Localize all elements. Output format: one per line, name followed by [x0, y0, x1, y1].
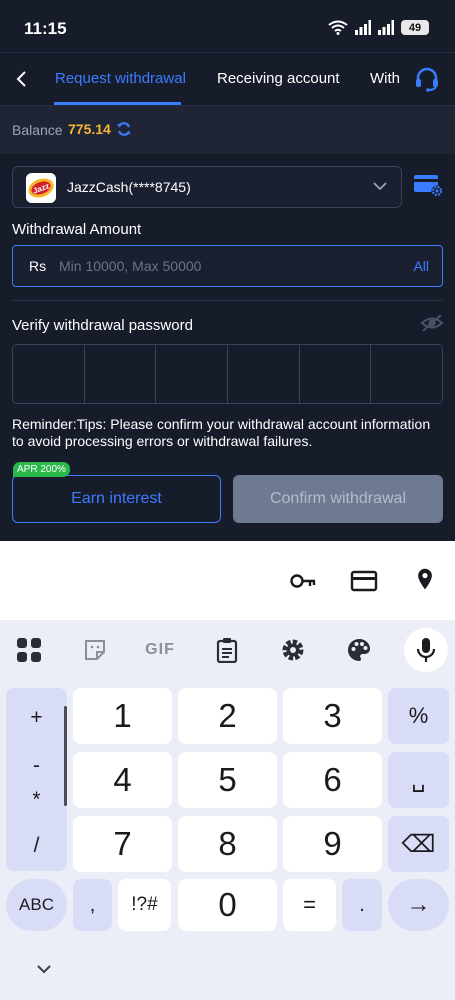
key-space[interactable]: ␣ [388, 752, 449, 808]
key-2[interactable]: 2 [178, 688, 277, 744]
key-0[interactable]: 0 [178, 879, 277, 931]
key-1[interactable]: 1 [73, 688, 172, 744]
status-time: 11:15 [24, 19, 67, 38]
active-tab-indicator [54, 102, 181, 105]
pin-box[interactable] [156, 345, 229, 403]
password-pin-input[interactable] [12, 344, 443, 404]
symbol-panel[interactable]: + - * / [6, 688, 67, 871]
palette-icon[interactable] [345, 636, 373, 664]
key-divide[interactable]: / [6, 834, 67, 858]
card-settings-icon[interactable] [413, 172, 443, 198]
balance-row: Balance 775.14 [0, 106, 455, 154]
refresh-icon[interactable] [116, 121, 132, 137]
pin-box[interactable] [85, 345, 157, 403]
key-4[interactable]: 4 [73, 752, 172, 808]
chevron-left-icon [16, 71, 26, 87]
symbol-scrollbar [64, 706, 67, 806]
key-icon[interactable] [289, 569, 317, 593]
key-symbols[interactable]: !?# [118, 879, 171, 931]
divider [12, 300, 443, 301]
key-6[interactable]: 6 [283, 752, 382, 808]
keyboard-suggestion-bar [0, 541, 455, 620]
key-7[interactable]: 7 [73, 816, 172, 872]
jazzcash-logo-icon: Jazz [26, 173, 56, 203]
clipboard-icon[interactable] [213, 636, 241, 664]
top-nav: Request withdrawal Receiving account Wit… [0, 52, 455, 106]
apps-grid-icon[interactable] [15, 636, 43, 664]
key-5[interactable]: 5 [178, 752, 277, 808]
key-3[interactable]: 3 [283, 688, 382, 744]
hide-keyboard-icon[interactable] [36, 963, 52, 975]
key-plus[interactable]: + [6, 706, 67, 730]
tab-withdrawal-records[interactable]: With [370, 70, 400, 87]
microphone-icon [416, 638, 436, 662]
balance-label: Balance [12, 122, 63, 138]
abc-key[interactable]: ABC [6, 879, 67, 931]
key-9[interactable]: 9 [283, 816, 382, 872]
apr-badge: APR 200% [13, 462, 70, 477]
key-comma[interactable]: , [73, 879, 112, 931]
back-button[interactable] [10, 67, 32, 91]
key-8[interactable]: 8 [178, 816, 277, 872]
numeric-keyboard: + - * / 1 2 3 % 4 5 6 ␣ 7 8 9 ⌫ ABC , !?… [0, 682, 455, 1000]
microphone-button[interactable] [404, 628, 448, 672]
account-name: JazzCash(****8745) [67, 179, 191, 195]
earn-interest-button[interactable]: Earn interest [12, 475, 221, 523]
tab-receiving-account[interactable]: Receiving account [217, 70, 340, 87]
pin-box[interactable] [13, 345, 85, 403]
location-pin-icon[interactable] [411, 567, 439, 591]
currency-symbol: Rs [29, 258, 47, 274]
status-icons: 49 [328, 20, 429, 35]
pin-box[interactable] [300, 345, 372, 403]
credit-card-icon[interactable] [350, 569, 378, 593]
pin-box[interactable] [371, 345, 442, 403]
eye-off-icon[interactable] [420, 313, 444, 333]
balance-value: 775.14 [68, 121, 111, 137]
signal-icon [355, 20, 371, 35]
gif-icon[interactable]: GIF [145, 636, 174, 664]
backspace-key[interactable]: ⌫ [388, 816, 449, 872]
tab-request-withdrawal[interactable]: Request withdrawal [55, 70, 186, 87]
enter-key[interactable]: → [388, 879, 449, 931]
amount-input[interactable] [59, 254, 399, 278]
sticker-icon[interactable] [81, 636, 109, 664]
account-select[interactable]: Jazz JazzCash(****8745) [12, 166, 402, 208]
settings-gear-icon[interactable] [279, 636, 307, 664]
pin-box[interactable] [228, 345, 300, 403]
password-label: Verify withdrawal password [12, 317, 193, 334]
key-minus[interactable]: - [6, 754, 67, 778]
jazzcash-logo: Jazz [26, 173, 56, 203]
key-period[interactable]: . [342, 879, 382, 931]
all-button[interactable]: All [413, 258, 429, 274]
chevron-down-icon [373, 182, 387, 191]
reminder-text: Reminder:Tips: Please confirm your withd… [12, 416, 431, 449]
battery-icon: 49 [401, 20, 429, 35]
signal-icon-2 [378, 20, 394, 35]
amount-field[interactable]: Rs All [12, 245, 443, 287]
customer-service-icon[interactable] [413, 65, 441, 93]
amount-label: Withdrawal Amount [12, 221, 142, 238]
key-multiply[interactable]: * [6, 788, 67, 812]
wifi-icon [328, 20, 348, 35]
confirm-withdrawal-button[interactable]: Confirm withdrawal [233, 475, 443, 523]
keyboard-toolbar: GIF [0, 620, 455, 682]
key-equals[interactable]: = [283, 879, 336, 931]
status-bar: 11:15 49 [0, 0, 455, 52]
key-percent[interactable]: % [388, 688, 449, 744]
